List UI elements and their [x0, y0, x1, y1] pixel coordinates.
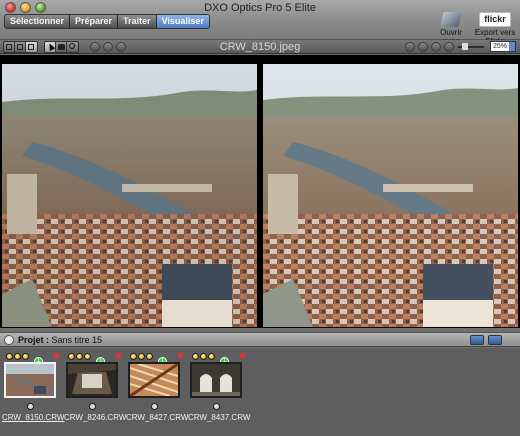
tab-preparer[interactable]: Préparer: [70, 15, 119, 28]
thumbnail-image[interactable]: [66, 362, 118, 398]
star-icon: [22, 352, 29, 360]
thumbnail-image[interactable]: [128, 362, 180, 398]
image-viewer[interactable]: [0, 55, 520, 328]
select-radio[interactable]: [151, 403, 158, 410]
open-with-icon: [440, 12, 462, 27]
project-label: Projet :: [18, 335, 50, 345]
star-icon: [84, 352, 91, 360]
star-icon: [130, 352, 137, 360]
thumbnail-image[interactable]: [4, 362, 56, 398]
thumbnail-item[interactable]: 1 CRW_8150.CRW: [2, 352, 65, 422]
thumbnail-interior-photo: [68, 364, 116, 396]
thumbnail-item[interactable]: 1 CRW_8427.CRW: [126, 352, 189, 422]
select-radio[interactable]: [213, 403, 220, 410]
tab-traiter[interactable]: Traiter: [118, 15, 157, 28]
star-icon: [146, 352, 153, 360]
thumbnail-image[interactable]: [190, 362, 242, 398]
project-name: Sans titre 15: [51, 335, 103, 345]
before-image[interactable]: [2, 64, 257, 327]
after-image[interactable]: [263, 64, 518, 327]
thumbnail-item[interactable]: 1 CRW_8246.CRW: [64, 352, 127, 422]
thumbnail-city-photo: [6, 364, 54, 396]
thumbnail-label: CRW_8437.CRW: [188, 413, 251, 422]
play-button[interactable]: [405, 42, 415, 52]
reject-marker-icon[interactable]: [178, 353, 183, 358]
city-photo-after: [263, 64, 518, 327]
project-bar: Projet : Sans titre 15: [0, 332, 520, 347]
thumbnail-roof-beams-photo: [130, 364, 178, 396]
reject-marker-icon[interactable]: [240, 353, 245, 358]
star-icon: [68, 352, 75, 360]
thumbnail-size-button[interactable]: [470, 335, 484, 345]
previous-image-button[interactable]: [418, 42, 428, 52]
zoom-slider-knob[interactable]: [462, 43, 468, 50]
current-file-title: CRW_8150.jpeg: [219, 41, 301, 53]
thumbnail-label: CRW_8427.CRW: [126, 413, 189, 422]
project-icon[interactable]: [4, 335, 14, 345]
reject-marker-icon[interactable]: [116, 353, 121, 358]
tab-visualiser[interactable]: Visualiser: [156, 15, 209, 28]
star-icon: [200, 352, 207, 360]
viewer-toolbar: CRW_8150.jpeg 25%: [0, 40, 520, 54]
thumbnail-strip: 1 CRW_8150.CRW 1 CRW_8246.CRW 1 CRW_8427…: [0, 348, 520, 436]
flickr-icon: flickr: [479, 12, 511, 27]
star-icon: [14, 352, 21, 360]
star-icon: [138, 352, 145, 360]
city-photo-before: [2, 64, 257, 327]
select-radio[interactable]: [89, 403, 96, 410]
star-icon: [192, 352, 199, 360]
tab-selectionner[interactable]: Sélectionner: [5, 15, 71, 28]
thumbnail-item[interactable]: 1 CRW_8437.CRW: [188, 352, 251, 422]
select-radio[interactable]: [27, 403, 34, 410]
project-title: Projet : Sans titre 15: [18, 335, 102, 345]
thumbnail-arches-photo: [192, 364, 240, 396]
star-icon: [6, 352, 13, 360]
mode-tabs: Sélectionner Préparer Traiter Visualiser: [4, 14, 210, 29]
title-bar: DXO Optics Pro 5 Elite Sélectionner Prép…: [0, 0, 520, 46]
strip-options-button[interactable]: [488, 335, 502, 345]
zoom-select[interactable]: 25%: [490, 41, 516, 52]
star-icon: [76, 352, 83, 360]
next-image-button[interactable]: [431, 42, 441, 52]
reject-marker-icon[interactable]: [54, 353, 59, 358]
zoom-out-button[interactable]: [444, 42, 454, 52]
thumbnail-label: CRW_8150.CRW: [2, 413, 65, 422]
zoom-value: 25%: [493, 43, 508, 50]
star-icon: [208, 352, 215, 360]
thumbnail-label: CRW_8246.CRW: [64, 413, 127, 422]
zoom-dropdown-icon: [509, 42, 515, 51]
